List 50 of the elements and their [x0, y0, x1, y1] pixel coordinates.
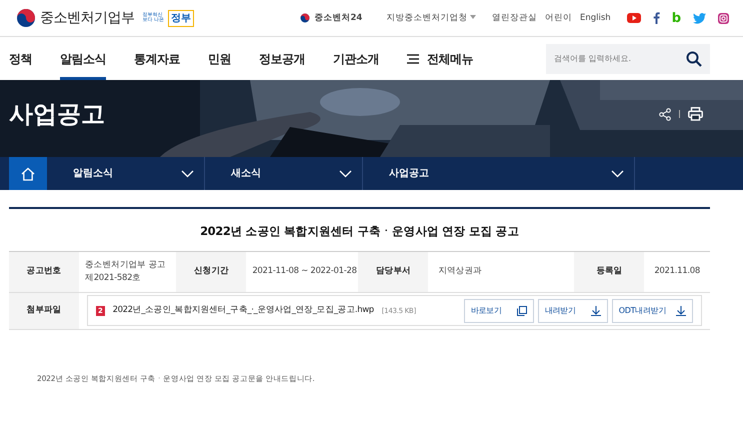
nav-tab[interactable]: 기관소개: [333, 37, 379, 80]
field-label: 등록일: [574, 252, 644, 292]
logo-text[interactable]: 중소벤처기업부: [40, 8, 134, 28]
home-button[interactable]: [9, 157, 47, 190]
nav-tab[interactable]: 정책: [9, 37, 32, 80]
copy-icon: [516, 306, 527, 316]
chevron-down-icon: [181, 170, 194, 178]
field-value: 지역상권과: [437, 265, 483, 278]
breadcrumb-dropdown[interactable]: 사업공고: [363, 157, 635, 190]
field-label: 공고번호: [9, 252, 79, 292]
camera-icon[interactable]: [718, 12, 729, 24]
region-dropdown[interactable]: 지방중소벤처기업청: [386, 12, 476, 24]
slogan-mark: 정부: [168, 10, 194, 26]
top-link[interactable]: 어린이: [544, 12, 572, 24]
portal-link[interactable]: 중소벤처24: [300, 12, 362, 24]
home-icon: [21, 166, 35, 180]
print-icon[interactable]: [688, 107, 703, 122]
emblem-icon: [300, 13, 310, 23]
breadcrumb-dropdown[interactable]: 새소식: [205, 157, 363, 190]
caret-icon: [470, 15, 476, 20]
menu-icon: [407, 54, 419, 64]
bird-icon[interactable]: [693, 12, 706, 24]
field-value: 중소벤처기업부 공고 제2021-582호: [84, 259, 167, 285]
search-icon[interactable]: [686, 50, 702, 66]
top-link[interactable]: 열린장관실: [492, 12, 537, 24]
download-button[interactable]: 내려받기: [538, 298, 608, 323]
social-f-icon[interactable]: [652, 12, 660, 24]
field-label: 신청기간: [176, 252, 246, 292]
download-icon: [590, 306, 601, 316]
odt-download-button[interactable]: ODT내려받기: [612, 298, 693, 323]
field-value: 2021-11-08 ~ 2022-01-28: [251, 265, 358, 278]
field-label: 첨부파일: [9, 292, 79, 329]
view-button[interactable]: 바로보기: [464, 298, 534, 323]
chevron-down-icon: [339, 170, 352, 178]
field-value: 2021.11.08: [653, 265, 701, 278]
top-link[interactable]: English: [580, 12, 611, 24]
emblem-icon: [16, 8, 36, 28]
nav-tab[interactable]: 정보공개: [259, 37, 305, 80]
file-link[interactable]: 2022년_소공인_복합지원센터_구축_·_운영사업_연장_모집_공고.hwp: [112, 304, 374, 318]
share-icon[interactable]: [659, 108, 671, 121]
page-title: 사업공고: [8, 99, 105, 129]
download-icon: [676, 306, 686, 316]
nav-tab[interactable]: 통계자료: [134, 37, 180, 80]
breadcrumb-dropdown[interactable]: 알림소식: [47, 157, 205, 190]
field-label: 담당부서: [358, 252, 428, 292]
nav-tab[interactable]: 민원: [208, 37, 231, 80]
all-menu-button[interactable]: 전체메뉴: [407, 37, 473, 80]
notice-title: 2022년 소공인 복합지원센터 구축ㆍ운영사업 연장 모집 공고: [199, 225, 520, 239]
chevron-down-icon: [611, 170, 624, 178]
video-icon[interactable]: [626, 13, 641, 23]
